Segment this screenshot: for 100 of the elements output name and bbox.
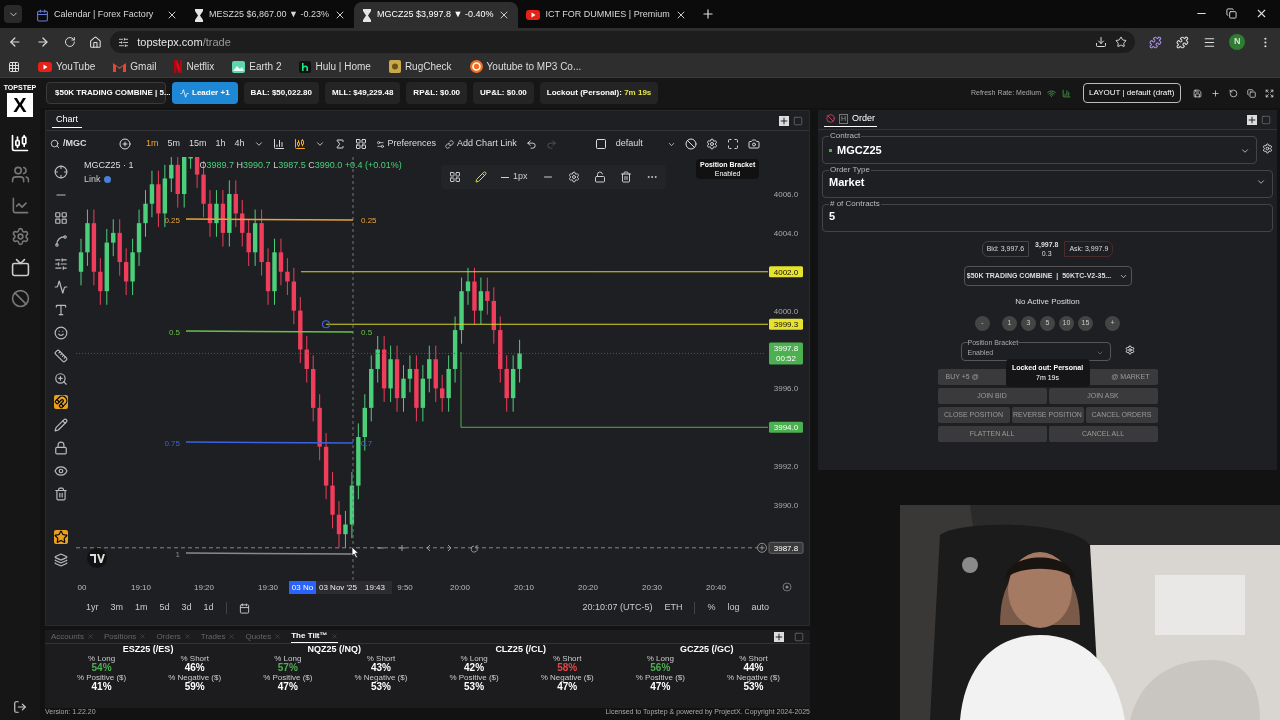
time-axis-label: 20:40 [706, 583, 726, 592]
browser-tab[interactable]: MESZ25 $6,867.00 ▼ -0.23% [186, 2, 354, 28]
lockout-timer: Lockout (Personal): 7m 19s [539, 82, 659, 104]
time-axis-label: 9:50 [397, 583, 413, 592]
contract-title: ESZ25 (/ES) [122, 644, 174, 655]
stat-value: 53% [370, 682, 391, 692]
stat-label: % Short [366, 654, 396, 663]
price-axis-label: 3990.0 [773, 501, 799, 511]
stat-value: 59% [184, 682, 205, 692]
fib-label: 0.75 [164, 438, 180, 448]
add-chart-link-button[interactable]: Add Chart Link [445, 137, 517, 151]
time-axis-label: 00 [77, 583, 87, 592]
account-stat: BAL: $50,022.80 [243, 82, 319, 104]
stat-label: % Positive ($) [449, 673, 499, 682]
stat-value: 47% [650, 682, 671, 692]
stat-label: % Positive ($) [635, 673, 685, 682]
stat-value: 56% [650, 663, 671, 673]
stat-label: % Short [180, 654, 209, 663]
contract-title: GCZ25 (/GC) [680, 644, 734, 655]
bookmark-link[interactable]: Youtube to MP3 Co... [465, 59, 586, 74]
bookmark-link[interactable]: Earth 2 [228, 59, 286, 74]
fib-label: 0.5 [361, 327, 373, 337]
profile-avatar[interactable]: N [1229, 34, 1246, 50]
stat-value: 53% [464, 682, 485, 692]
stat-value: 58% [557, 663, 578, 673]
line-width-select[interactable]: 1px [501, 170, 528, 184]
range-button[interactable]: 3d [181, 601, 192, 615]
stat-label: % Positive ($) [263, 673, 313, 682]
time-axis-label: 20:20 [578, 583, 598, 592]
interval-tab[interactable]: 4h [234, 137, 245, 151]
field-label: # of Contracts [829, 200, 881, 208]
link-label[interactable]: Link [84, 172, 402, 186]
stat-value: 42% [464, 663, 485, 673]
stat-value: 41% [91, 682, 112, 692]
range-button[interactable]: 1d [203, 601, 214, 615]
price-axis-label: 4004.0 [773, 228, 799, 238]
stat-value: 46% [184, 663, 205, 673]
panel-tab[interactable]: The Tilt™ [291, 630, 338, 643]
position-status: No Active Position [1014, 296, 1081, 308]
time-axis-label: 19:30 [258, 583, 278, 592]
stat-label: % Short [739, 654, 768, 663]
fib-label: 0.25 [361, 215, 377, 225]
stat-value: 44% [743, 663, 764, 673]
stat-value: 43% [370, 663, 391, 673]
interval-tab[interactable]: 1m [146, 137, 159, 151]
scale-button[interactable]: auto [751, 601, 769, 615]
scale-button[interactable]: log [727, 601, 740, 615]
bookmark-link[interactable]: Netflix [170, 59, 219, 74]
layout-select[interactable]: LAYOUT | default (draft) [1083, 83, 1181, 103]
interval-tab[interactable]: 15m [189, 137, 207, 151]
browser-tab[interactable]: ICT FOR DUMMIES | Premium [518, 2, 695, 28]
stat-value: 57% [277, 663, 298, 673]
session-button[interactable]: ETH [664, 601, 683, 615]
scale-button[interactable]: % [707, 601, 716, 615]
range-button[interactable]: 1m [135, 601, 148, 615]
interval-tab[interactable]: 5m [167, 137, 181, 151]
stat-label: % Negative ($) [726, 673, 780, 682]
stat-value: 47% [557, 682, 578, 692]
fib-label: 1 [175, 549, 180, 559]
bookmark-link[interactable]: Hulu | Home [295, 59, 375, 74]
range-button[interactable]: 1yr [86, 601, 99, 615]
browser-tab[interactable]: MGCZ25 $3,997.8 ▼ -0.40% [354, 2, 519, 28]
stat-value: 53% [743, 682, 764, 692]
price-axis-label: 4006.0 [773, 190, 799, 199]
price-axis-label: 3996.0 [773, 384, 799, 394]
fib-label: 0.5 [168, 327, 180, 337]
bookmark-link[interactable]: RugCheck [384, 59, 456, 74]
symbol-search[interactable]: /MGC [50, 137, 110, 151]
contract-title: CLZ25 (/CL) [495, 644, 546, 655]
contract-title: NQZ25 (/NQ) [307, 644, 362, 655]
crosshair-date-tag: 03 No [289, 581, 316, 594]
clock: 20:10:07 (UTC-5) [582, 601, 653, 615]
interval-tab[interactable]: 1h [215, 137, 226, 151]
stat-label: % Long [88, 654, 116, 663]
select-field[interactable]: Contract MGCZ25 [822, 132, 1257, 164]
time-axis-label: 19:10 [131, 583, 151, 592]
panel-tab[interactable]: Chart [52, 112, 82, 129]
field-label: Order Type [829, 166, 871, 174]
stat-label: % Negative ($) [354, 673, 408, 682]
bookmark-link[interactable]: YouTube [34, 59, 100, 74]
bookmark-link[interactable]: Gmail [109, 59, 161, 74]
stat-label: % Positive ($) [76, 673, 127, 682]
layout-name-select[interactable]: default [615, 137, 676, 151]
price-axis-label: 3992.0 [773, 462, 799, 472]
browser-tab[interactable]: Calendar | Forex Factory [28, 2, 186, 28]
range-button[interactable]: 3m [110, 601, 124, 615]
select-field[interactable]: # of Contracts 5 [822, 200, 1273, 232]
stat-label: % Negative ($) [168, 673, 222, 682]
stat-value: 54% [91, 663, 112, 673]
fib-label: 0.25 [164, 215, 180, 225]
stat-label: % Long [460, 654, 488, 663]
address-bar[interactable]: topstepx.com/trade [110, 31, 1136, 53]
preferences-button[interactable]: Preferences [375, 137, 437, 151]
price-tag: 3999.3 [769, 318, 803, 330]
select-field[interactable]: Order Type Market [822, 166, 1273, 198]
range-button[interactable]: 5d [159, 601, 170, 615]
stat-label: % Long [646, 654, 674, 663]
price-tag: 3997.8 00:52 [769, 342, 803, 365]
stat-label: % Long [274, 654, 302, 663]
leader-button[interactable]: Leader +1 [172, 82, 238, 104]
